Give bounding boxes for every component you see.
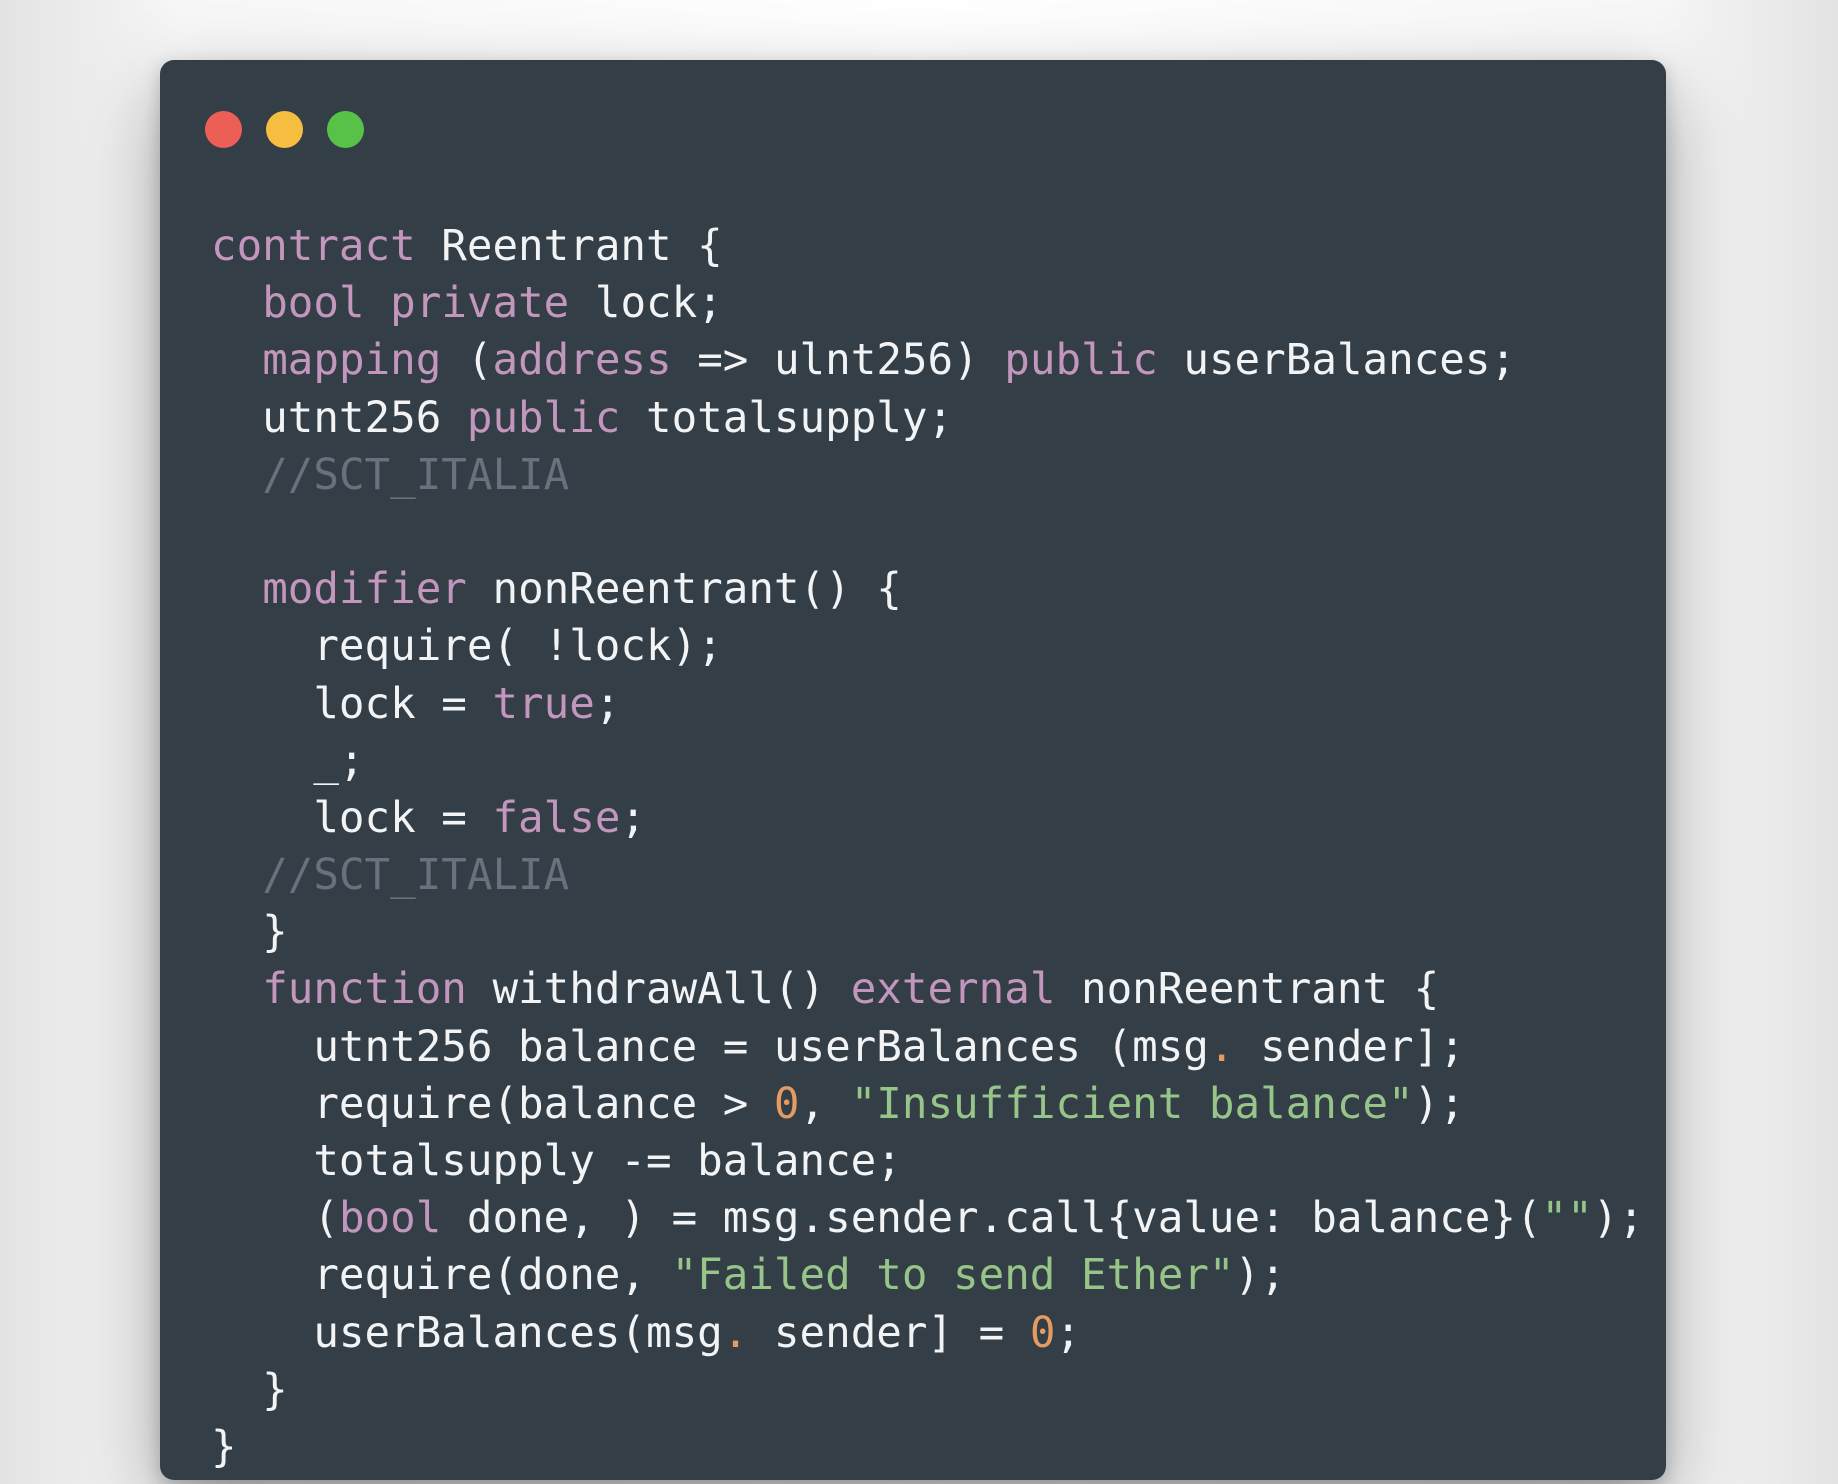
close-button[interactable]: [205, 111, 242, 148]
keyword-token: contract: [211, 222, 416, 271]
keyword-token: private: [390, 279, 570, 329]
keyword-token: bool: [262, 279, 365, 329]
code-token: utnt256: [211, 393, 467, 443]
code-token: }: [211, 1422, 237, 1472]
code-token: lock =: [211, 793, 493, 843]
code-token: Reentrant {: [415, 222, 723, 271]
keyword-token: bool: [338, 1194, 442, 1244]
code-line: userBalances(msg. sender] = 0;: [211, 1305, 1644, 1362]
keyword-token: public: [1004, 336, 1158, 386]
keyword-token: external: [850, 965, 1056, 1015]
code-line: contract Reentrant {: [211, 218, 1644, 275]
code-token: );: [1234, 1251, 1286, 1301]
code-token: require(done,: [211, 1251, 672, 1301]
code-line: _;: [211, 733, 1644, 790]
code-token: => ulnt256): [671, 336, 1005, 386]
code-line: totalsupply -= balance;: [211, 1133, 1644, 1190]
code-token: withdrawAll(): [466, 965, 851, 1015]
code-token: ;: [620, 793, 646, 843]
code-token: ;: [594, 679, 621, 729]
code-token: (: [211, 1194, 339, 1244]
punctuation-token: .: [722, 1308, 749, 1358]
code-line: }: [211, 1362, 1644, 1419]
code-token: );: [1413, 1079, 1465, 1129]
keyword-token: true: [492, 679, 595, 729]
keyword-token: modifier: [262, 565, 467, 615]
keyword-token: function: [262, 965, 467, 1015]
code-token: totalsupply;: [620, 393, 954, 443]
string-token: "Insufficient balance": [850, 1079, 1414, 1129]
comment-token: //SCT_ITALIA: [262, 851, 570, 901]
code-line: //SCT_ITALIA: [211, 847, 1644, 904]
comment-token: //SCT_ITALIA: [262, 450, 570, 500]
code-line: utnt256 balance = userBalances (msg. sen…: [211, 1019, 1644, 1076]
code-token: nonReentrant() {: [466, 565, 902, 615]
keyword-token: address: [492, 336, 672, 386]
code-line: lock = true;: [211, 676, 1644, 733]
page-background: contract Reentrant { bool private lock; …: [0, 0, 1838, 1484]
code-line: function withdrawAll() external nonReent…: [211, 961, 1644, 1018]
code-token: _;: [211, 736, 365, 786]
code-line: ​: [211, 504, 1644, 561]
code-line: utnt256 public totalsupply;: [211, 390, 1644, 447]
code-token: userBalances;: [1157, 336, 1517, 386]
string-token: "Failed to send Ether": [671, 1251, 1235, 1301]
code-token: ,: [799, 1079, 851, 1129]
maximize-button[interactable]: [327, 111, 364, 148]
code-line: bool private lock;: [211, 275, 1644, 332]
code-token: }: [211, 908, 288, 958]
code-token: require( !lock);: [211, 622, 723, 672]
code-window: contract Reentrant { bool private lock; …: [160, 60, 1666, 1480]
code-line: require( !lock);: [211, 618, 1644, 675]
code-line: lock = false;: [211, 790, 1644, 847]
keyword-token: public: [466, 393, 621, 443]
code-line: modifier nonReentrant() {: [211, 561, 1644, 618]
punctuation-token: .: [1208, 1022, 1235, 1072]
code-token: utnt256 balance = userBalances (msg: [211, 1022, 1209, 1072]
code-token: sender];: [1234, 1022, 1465, 1072]
code-block: contract Reentrant { bool private lock; …: [211, 218, 1644, 1476]
code-token: lock;: [569, 279, 723, 329]
code-line: require(balance > 0, "Insufficient balan…: [211, 1076, 1644, 1133]
code-line: mapping (address => ulnt256) public user…: [211, 332, 1644, 389]
code-line: }: [211, 904, 1644, 961]
keyword-token: false: [492, 793, 621, 843]
string-token: "": [1541, 1194, 1593, 1244]
code-token: sender] =: [748, 1308, 1030, 1358]
code-token: );: [1592, 1194, 1644, 1244]
code-token: lock =: [211, 679, 493, 729]
code-token: (: [441, 336, 493, 386]
number-token: 0: [773, 1079, 800, 1129]
number-token: 0: [1029, 1308, 1056, 1358]
code-token: totalsupply -= balance;: [211, 1137, 902, 1186]
code-line: //SCT_ITALIA: [211, 447, 1644, 504]
keyword-token: mapping: [262, 336, 442, 386]
code-token: userBalances(msg: [211, 1308, 723, 1358]
code-token: ;: [1055, 1308, 1081, 1358]
code-line: require(done, "Failed to send Ether");: [211, 1247, 1644, 1304]
code-token: done, ) = msg.sender.call{value: balance…: [441, 1194, 1542, 1244]
minimize-button[interactable]: [266, 111, 303, 148]
code-line: }: [211, 1419, 1644, 1476]
code-token: }: [211, 1365, 288, 1415]
code-token: require(balance >: [211, 1079, 774, 1129]
code-line: (bool done, ) = msg.sender.call{value: b…: [211, 1190, 1644, 1247]
code-token: nonReentrant {: [1055, 965, 1440, 1015]
